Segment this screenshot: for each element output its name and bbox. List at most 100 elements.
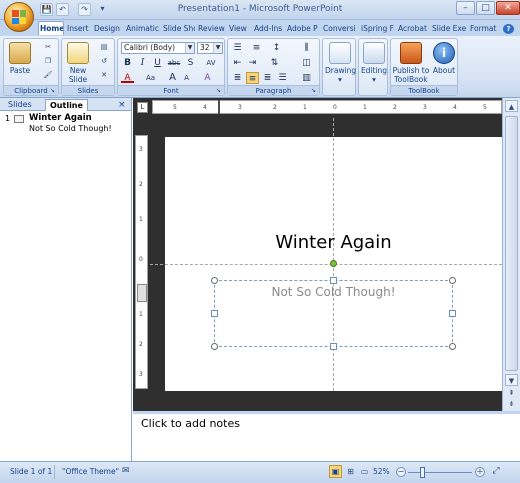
- tab-adobe-presenter[interactable]: Adobe P: [286, 22, 320, 36]
- tab-design[interactable]: Design: [93, 22, 123, 36]
- zoom-slider-thumb[interactable]: [420, 467, 425, 478]
- align-text-icon[interactable]: ▥: [300, 72, 313, 84]
- slide-show-icon[interactable]: ▭: [358, 465, 371, 478]
- tab-review[interactable]: Review: [197, 22, 226, 36]
- columns-icon[interactable]: ⫼: [300, 42, 313, 54]
- tab-ispring[interactable]: iSpring F: [360, 22, 395, 36]
- shadow-button[interactable]: S: [184, 57, 197, 69]
- office-button[interactable]: [4, 2, 34, 32]
- grow-font-button[interactable]: A: [166, 72, 179, 84]
- align-center-icon[interactable]: ≡: [246, 72, 259, 84]
- line-spacing-icon[interactable]: ↕: [270, 42, 283, 54]
- qat-customize-icon[interactable]: ▾: [96, 3, 109, 16]
- previous-slide-icon[interactable]: ⇞: [505, 388, 518, 398]
- tab-slides[interactable]: Slides: [4, 99, 36, 111]
- ruler-indent-marker[interactable]: [218, 100, 220, 114]
- resize-handle-top-left[interactable]: [211, 277, 218, 284]
- theme-name[interactable]: "Office Theme": [62, 467, 119, 476]
- vertical-guide[interactable]: [333, 118, 334, 391]
- resize-handle-bottom-left[interactable]: [211, 343, 218, 350]
- next-slide-icon[interactable]: ⇟: [505, 399, 518, 409]
- tab-slide-show[interactable]: Slide Sho: [162, 22, 195, 36]
- font-size-combo[interactable]: 32 ▼: [197, 42, 223, 54]
- tab-insert[interactable]: Insert: [66, 22, 92, 36]
- vertical-ruler[interactable]: 3 2 1 0 1 2 3: [135, 135, 148, 389]
- strikethrough-button[interactable]: abc: [166, 57, 182, 69]
- rotate-handle[interactable]: [330, 260, 337, 267]
- undo-icon[interactable]: ↶: [56, 3, 69, 16]
- save-icon[interactable]: 💾: [40, 3, 53, 16]
- clipboard-launcher-icon[interactable]: ↘: [50, 87, 57, 94]
- zoom-in-icon[interactable]: +: [475, 467, 485, 477]
- resize-handle-left[interactable]: [211, 310, 218, 317]
- minimize-button[interactable]: –: [456, 1, 475, 15]
- delete-slide-icon[interactable]: ✕: [96, 70, 112, 81]
- increase-indent-icon[interactable]: ⇥: [246, 57, 259, 69]
- outline-subtitle[interactable]: Not So Cold Though!: [29, 124, 112, 133]
- italic-button[interactable]: I: [136, 57, 149, 69]
- horizontal-ruler[interactable]: 5 4 3 2 1 0 1 2 3 4 5: [152, 100, 502, 114]
- bold-button[interactable]: B: [121, 57, 134, 69]
- paragraph-launcher-icon[interactable]: ↘: [311, 87, 318, 94]
- clear-formatting-button[interactable]: A: [201, 72, 214, 84]
- notes-placeholder[interactable]: Click to add notes: [141, 417, 240, 430]
- decrease-indent-icon[interactable]: ⇤: [231, 57, 244, 69]
- help-icon[interactable]: ?: [503, 24, 514, 34]
- spelling-check-icon[interactable]: ✉: [122, 466, 135, 477]
- fit-to-window-icon[interactable]: ⤢: [490, 465, 502, 478]
- layout-icon[interactable]: ▤: [96, 42, 112, 53]
- about-button[interactable]: i About: [431, 42, 457, 75]
- font-launcher-icon[interactable]: ↘: [216, 87, 223, 94]
- format-painter-icon[interactable]: 🖌: [42, 70, 54, 81]
- close-pane-icon[interactable]: ×: [114, 99, 130, 111]
- tab-slide-executive[interactable]: Slide Exe: [431, 22, 466, 36]
- justify-icon[interactable]: ☰: [276, 72, 289, 84]
- publish-to-toolbook-button[interactable]: Publish to ToolBook: [392, 42, 430, 84]
- font-color-button[interactable]: A: [121, 72, 134, 83]
- copy-icon[interactable]: ❐: [42, 56, 54, 67]
- zoom-slider-track[interactable]: [408, 472, 472, 473]
- zoom-out-icon[interactable]: −: [396, 467, 406, 477]
- numbering-icon[interactable]: ≡: [250, 42, 263, 54]
- smartart-icon[interactable]: ◫: [300, 57, 313, 69]
- tab-home[interactable]: Home: [38, 21, 64, 35]
- resize-handle-top[interactable]: [330, 277, 337, 284]
- scroll-thumb[interactable]: [505, 116, 518, 371]
- horizontal-guide[interactable]: [150, 264, 502, 265]
- paste-button[interactable]: Paste: [7, 42, 33, 75]
- align-right-icon[interactable]: ≣: [261, 72, 274, 84]
- tab-acrobat[interactable]: Acrobat: [397, 22, 429, 36]
- tab-outline[interactable]: Outline: [45, 99, 88, 111]
- tab-conversion[interactable]: Conversi: [322, 22, 358, 36]
- character-spacing-button[interactable]: AV: [201, 57, 221, 69]
- slide-title[interactable]: Winter Again: [165, 232, 502, 253]
- drawing-button[interactable]: Drawing ▾: [325, 42, 356, 84]
- normal-view-icon[interactable]: ▣: [329, 465, 342, 478]
- slide-sorter-icon[interactable]: ⊞: [344, 465, 357, 478]
- outline-title[interactable]: Winter Again: [29, 113, 92, 123]
- bullets-icon[interactable]: ☰: [231, 42, 244, 54]
- redo-icon[interactable]: ↷: [78, 3, 91, 16]
- tab-stop-selector[interactable]: L: [137, 102, 148, 113]
- tab-add-ins[interactable]: Add-Ins: [253, 22, 284, 36]
- zoom-level[interactable]: 52%: [373, 467, 390, 476]
- font-name-combo[interactable]: Calibri (Body) ▼: [121, 42, 195, 54]
- tab-animations[interactable]: Animatic: [125, 22, 161, 36]
- resize-handle-bottom[interactable]: [330, 343, 337, 350]
- tab-view[interactable]: View: [228, 22, 250, 36]
- align-left-icon[interactable]: ≣: [231, 72, 244, 84]
- resize-handle-right[interactable]: [449, 310, 456, 317]
- tab-format[interactable]: Format: [469, 22, 497, 36]
- new-slide-button[interactable]: New Slide: [64, 42, 92, 84]
- editing-button[interactable]: Editing ▾: [359, 42, 389, 84]
- scroll-down-icon[interactable]: ▼: [505, 374, 518, 386]
- cut-icon[interactable]: ✂: [42, 42, 54, 53]
- change-case-button[interactable]: Aa: [142, 72, 159, 84]
- underline-button[interactable]: U: [151, 57, 164, 69]
- ruler-marker[interactable]: [137, 284, 147, 302]
- resize-handle-bottom-right[interactable]: [449, 343, 456, 350]
- resize-handle-top-right[interactable]: [449, 277, 456, 284]
- slide-subtitle[interactable]: Not So Cold Though!: [214, 285, 453, 299]
- shrink-font-button[interactable]: A: [180, 72, 193, 84]
- text-direction-icon[interactable]: ⇅: [268, 57, 281, 69]
